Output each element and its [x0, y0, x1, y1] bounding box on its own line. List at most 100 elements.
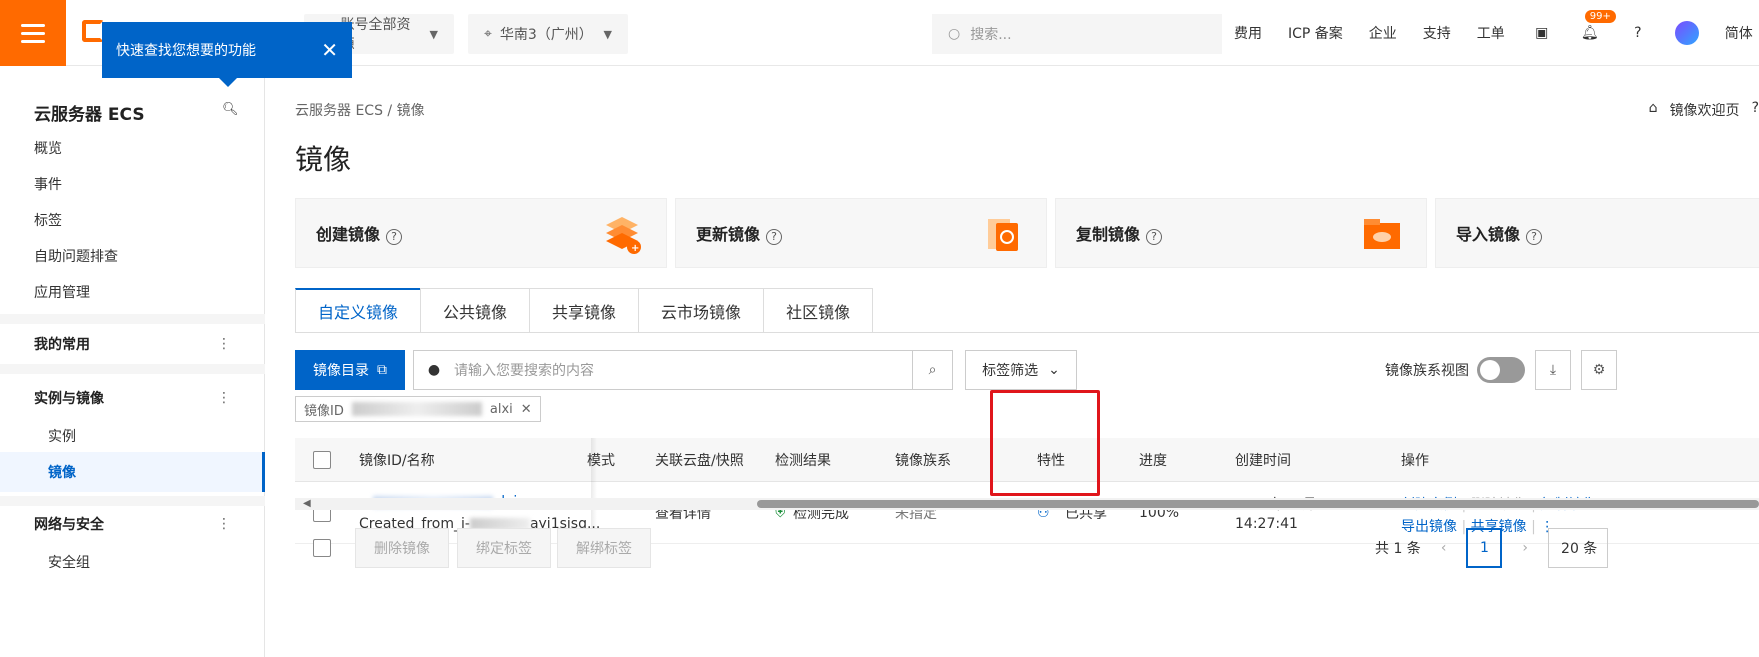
nav-support[interactable]: 支持 [1423, 23, 1451, 43]
avatar[interactable] [1674, 21, 1699, 45]
sidebar-item-overview[interactable]: 概览 [34, 138, 62, 158]
search-icon[interactable]: ⌕ [912, 351, 952, 389]
breadcrumb-current: 镜像 [396, 103, 425, 119]
unbind-tag-button[interactable]: 解绑标签 [557, 528, 651, 568]
next-page-icon[interactable]: › [1522, 540, 1528, 556]
prev-page-icon[interactable]: ‹ [1441, 540, 1447, 556]
welcome-link[interactable]: 镜像欢迎页 [1670, 100, 1740, 120]
tab-public[interactable]: 公共镜像 [420, 288, 531, 332]
sidebar-item-images[interactable]: 镜像 [0, 452, 265, 492]
close-icon[interactable]: ✕ [321, 38, 338, 62]
col-created: 创建时间 [1235, 452, 1291, 469]
bind-tag-button[interactable]: 绑定标签 [457, 528, 551, 568]
section-label: 实例与镜像 [34, 391, 104, 407]
help-icon[interactable]: ? [1752, 100, 1759, 120]
help-icon[interactable]: ? [386, 228, 403, 245]
more-icon[interactable]: ⋮ [217, 390, 231, 406]
folder-icon [1362, 211, 1402, 255]
col-actions: 操作 [1401, 452, 1429, 469]
chip-label: 镜像ID [304, 403, 344, 419]
location-pin-icon: ● [427, 362, 441, 378]
top-bar: 快速查找您想要的功能 ✕ ☰ 账号全部资源 ▼ ⌖ 华南3（广州） ▼ ○ 搜索… [0, 0, 1759, 87]
terminal-icon[interactable]: ▣ [1531, 22, 1553, 44]
sidebar-section-favorites[interactable]: 我的常用 ⋮ [0, 324, 265, 364]
col-disk: 关联云盘/快照 [655, 452, 744, 469]
card-copy-image[interactable]: 复制镜像? [1055, 198, 1427, 268]
image-catalog-button[interactable]: 镜像目录 ⧉ [295, 350, 405, 390]
card-import-image[interactable]: 导入镜像? [1435, 198, 1759, 268]
global-search-input[interactable]: ○ 搜索... [932, 14, 1222, 54]
divider [0, 364, 265, 374]
chevron-down-icon: ⌄ [1048, 362, 1060, 378]
breadcrumb-root[interactable]: 云服务器 ECS [295, 103, 383, 119]
help-icon[interactable]: ? [766, 228, 783, 245]
external-link-icon: ⧉ [377, 362, 387, 378]
page-number[interactable]: 1 [1466, 528, 1503, 568]
close-icon[interactable]: ✕ [521, 402, 532, 417]
sidebar-item-events[interactable]: 事件 [34, 174, 62, 194]
filter-chip: 镜像ID alxi ✕ [295, 396, 541, 422]
table-footer: 删除镜像 绑定标签 解绑标签 共 1 条 ‹ 1 › 20 条 [295, 528, 1759, 568]
breadcrumb-separator: / [387, 103, 393, 119]
home-icon: ⌂ [1648, 100, 1658, 116]
button-label: 镜像目录 [313, 363, 369, 379]
region-selector[interactable]: ⌖ 华南3（广州） ▼ [468, 14, 628, 54]
sidebar-item-app-mgmt[interactable]: 应用管理 [34, 282, 90, 302]
menu-button[interactable] [0, 0, 66, 66]
col-id-name: 镜像ID/名称 [359, 452, 435, 469]
card-update-image[interactable]: 更新镜像? [675, 198, 1047, 268]
search-icon[interactable]: 🔍︎ [222, 102, 239, 117]
search-placeholder: 请输入您要搜索的内容 [454, 363, 594, 379]
tag-filter-dropdown[interactable]: 标签筛选 ⌄ [965, 350, 1077, 390]
tab-marketplace[interactable]: 云市场镜像 [638, 288, 765, 332]
tag-filter-label: 标签筛选 [982, 363, 1039, 379]
language-switch[interactable]: 简体 [1725, 23, 1753, 43]
download-icon[interactable]: ⤓ [1535, 350, 1571, 390]
scroll-thumb[interactable] [757, 500, 1759, 508]
refresh-icon [982, 211, 1022, 255]
sidebar-item-troubleshoot[interactable]: 自助问题排查 [34, 246, 118, 266]
nav-ticket[interactable]: 工单 [1477, 23, 1505, 43]
card-label: 更新镜像 [696, 225, 761, 244]
card-label: 创建镜像 [316, 225, 381, 244]
sidebar-section-instances[interactable]: 实例与镜像 ⋮ [0, 378, 265, 418]
tab-shared[interactable]: 共享镜像 [529, 288, 640, 332]
highlight-box [990, 390, 1100, 496]
select-all-checkbox[interactable] [313, 450, 331, 469]
nav-icp[interactable]: ICP 备案 [1288, 23, 1343, 43]
more-icon[interactable]: ⋮ [217, 516, 231, 532]
card-create-image[interactable]: 创建镜像? + [295, 198, 667, 268]
sidebar-title: 云服务器 ECS [34, 105, 145, 125]
sidebar-item-tags[interactable]: 标签 [34, 210, 62, 230]
tab-community[interactable]: 社区镜像 [763, 288, 874, 332]
total-count: 共 1 条 [1375, 541, 1421, 557]
nav-billing[interactable]: 费用 [1234, 23, 1262, 43]
help-icon[interactable]: ? [1627, 22, 1649, 44]
delete-image-button[interactable]: 删除镜像 [355, 528, 449, 568]
hamburger-icon [21, 31, 45, 35]
sidebar-item-instances[interactable]: 实例 [48, 426, 76, 446]
footer-select-all-checkbox[interactable] [313, 539, 331, 557]
scroll-left-icon[interactable]: ◀ [303, 498, 311, 509]
horizontal-scrollbar[interactable]: ◀ [295, 498, 1759, 510]
help-icon[interactable]: ? [1526, 228, 1543, 245]
action-cards: 创建镜像? + 更新镜像? 复制镜像? 导入镜像? [295, 198, 1759, 268]
col-family: 镜像族系 [895, 452, 951, 469]
section-label: 网络与安全 [34, 517, 104, 533]
sidebar-section-network[interactable]: 网络与安全 ⋮ [0, 504, 265, 544]
help-icon[interactable]: ? [1146, 228, 1163, 245]
nav-enterprise[interactable]: 企业 [1369, 23, 1397, 43]
import-icon [1742, 211, 1759, 255]
logo-icon[interactable] [82, 20, 104, 42]
tooltip-text: 快速查找您想要的功能 [116, 43, 256, 59]
svg-text:+: + [631, 243, 639, 254]
page-size-select[interactable]: 20 条 [1548, 528, 1609, 568]
family-view-toggle[interactable] [1477, 357, 1525, 383]
tab-custom[interactable]: 自定义镜像 [295, 288, 422, 332]
search-tip-tooltip: 快速查找您想要的功能 ✕ [102, 22, 352, 87]
sidebar-item-security-group[interactable]: 安全组 [48, 552, 90, 572]
more-icon[interactable]: ⋮ [217, 336, 231, 352]
image-search-input[interactable]: ● 请输入您要搜索的内容 ⌕ [413, 350, 953, 390]
bell-icon[interactable]: 🔔︎ 99+ [1579, 10, 1616, 44]
gear-icon[interactable]: ⚙ [1581, 350, 1617, 390]
